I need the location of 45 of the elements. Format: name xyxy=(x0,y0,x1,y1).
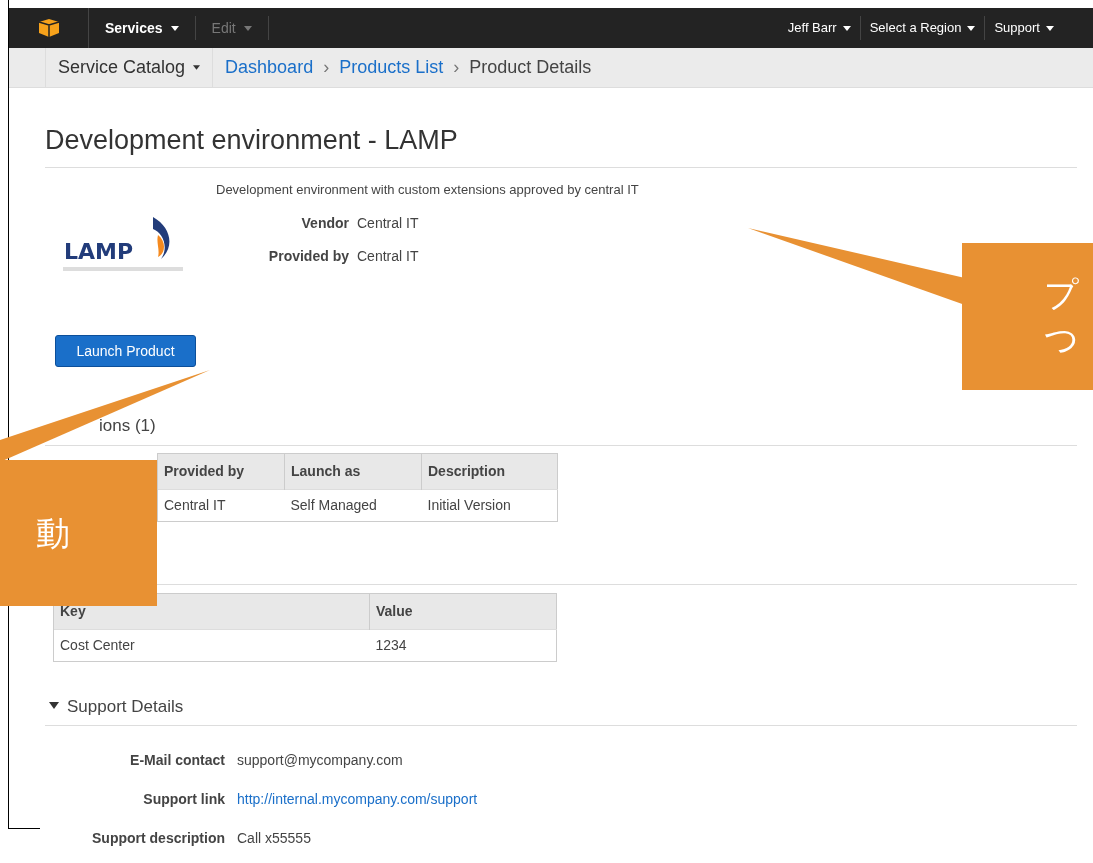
caret-icon xyxy=(842,25,851,31)
menu-button[interactable]: Support xyxy=(984,16,1063,40)
callout-text: つ xyxy=(1044,318,1079,360)
menu-button[interactable]: Jeff Barr xyxy=(778,16,860,40)
field-label: Support description xyxy=(91,829,225,848)
caret-icon xyxy=(967,25,976,31)
product-description: Development environment with custom extensions approved by central IT xyxy=(216,180,640,199)
column-header: Description xyxy=(421,453,558,489)
table-cell: Central IT xyxy=(157,489,285,521)
breadcrumb-separator: › xyxy=(323,56,330,79)
callout-text: プ xyxy=(1044,274,1079,316)
breadcrumb-link[interactable]: Dashboard xyxy=(225,54,314,81)
service-catalog-menu[interactable]: Service Catalog xyxy=(45,48,214,87)
breadcrumb-separator: › xyxy=(453,56,460,79)
field-value: support@mycompany.com xyxy=(237,751,404,770)
table-cell: 1234 xyxy=(369,629,557,661)
launch-product-button[interactable]: Launch Product xyxy=(55,335,196,367)
cube-logo-icon[interactable] xyxy=(37,18,60,38)
caret-icon xyxy=(1046,25,1054,31)
caret-icon xyxy=(170,25,179,31)
caret-icon xyxy=(243,25,252,31)
support-link[interactable]: http://internal.mycompany.com/support xyxy=(237,789,478,810)
field-label: E-Mail contact xyxy=(129,751,225,770)
field-label: Provided by xyxy=(267,247,349,266)
menu-button[interactable]: Services xyxy=(89,16,196,40)
breadcrumb-current: Product Details xyxy=(469,56,592,79)
menu-button[interactable]: Select a Region xyxy=(859,16,985,40)
product-title: Development environment - LAMP xyxy=(45,88,1077,168)
column-header: Launch as xyxy=(284,453,422,489)
table-cell: Initial Version xyxy=(421,489,558,521)
callout-text: 動 xyxy=(36,512,70,554)
triangle-down-icon[interactable] xyxy=(49,702,59,711)
section-heading: Support Details xyxy=(67,695,184,718)
field-value: Central IT xyxy=(357,247,419,266)
table-cell: Cost Center xyxy=(53,629,370,661)
section-heading: ions (1) xyxy=(99,416,156,435)
field-label: Vendor xyxy=(300,214,349,233)
column-header: Value xyxy=(369,593,557,629)
logo-text: LAMP xyxy=(64,241,134,263)
breadcrumb-link[interactable]: Products List xyxy=(339,54,444,81)
field-label: Support link xyxy=(142,790,225,809)
table-cell: Self Managed xyxy=(284,489,422,521)
field-value: Central IT xyxy=(357,214,419,233)
caret-icon xyxy=(193,65,201,70)
field-value: Call x55555 xyxy=(237,829,312,848)
